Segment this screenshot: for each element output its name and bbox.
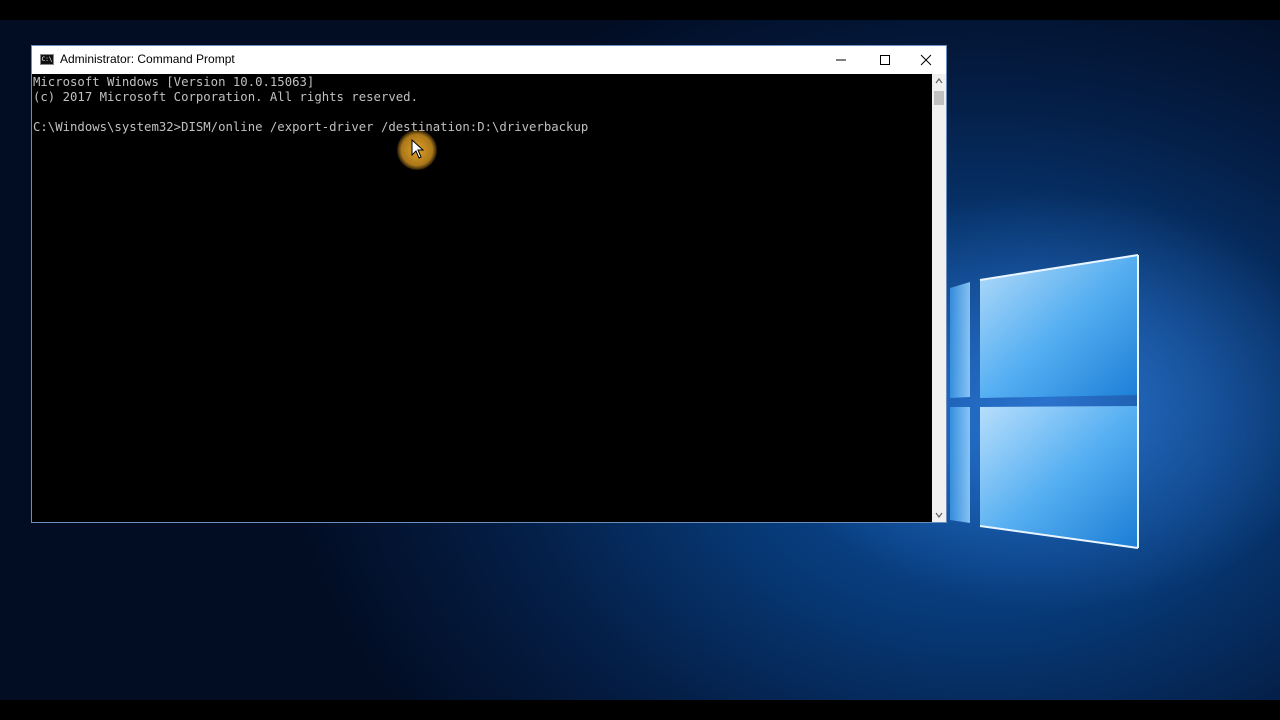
letterbox-bottom — [0, 700, 1280, 720]
console-output[interactable]: Microsoft Windows [Version 10.0.15063] (… — [32, 74, 932, 522]
title-bar[interactable]: C:\ Administrator: Command Prompt — [32, 46, 946, 74]
command-prompt-window[interactable]: C:\ Administrator: Command Prompt Micros… — [31, 45, 947, 523]
chevron-down-icon — [935, 512, 943, 518]
maximize-icon — [880, 55, 890, 65]
windows-logo — [950, 254, 1139, 549]
maximize-button[interactable] — [863, 46, 907, 74]
console-line-version: Microsoft Windows [Version 10.0.15063] — [33, 75, 315, 89]
scroll-thumb[interactable] — [934, 91, 944, 105]
chevron-up-icon — [935, 78, 943, 84]
console-line-copyright: (c) 2017 Microsoft Corporation. All righ… — [33, 90, 418, 104]
letterbox-top — [0, 0, 1280, 20]
close-icon — [920, 54, 932, 66]
console-line-command[interactable]: C:\Windows\system32>DISM/online /export-… — [33, 120, 588, 135]
scroll-up-button[interactable] — [932, 74, 946, 88]
close-button[interactable] — [904, 46, 948, 74]
minimize-icon — [836, 59, 846, 61]
minimize-button[interactable] — [819, 46, 863, 74]
command-prompt-icon[interactable]: C:\ — [40, 54, 54, 65]
scroll-down-button[interactable] — [932, 508, 946, 522]
window-title: Administrator: Command Prompt — [60, 52, 235, 66]
vertical-scrollbar[interactable] — [932, 74, 946, 522]
mouse-pointer-icon — [411, 139, 425, 159]
